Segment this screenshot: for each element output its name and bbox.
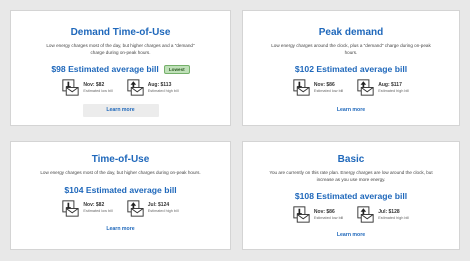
low-bill-caption: Estimated low bill <box>313 215 344 220</box>
high-bill: Jul: $128 Estimated high bill <box>357 206 409 223</box>
high-bill-caption: Estimated high bill <box>378 215 410 220</box>
low-bill: Nov: $86 Estimated low bill <box>293 79 343 96</box>
low-bill: Nov: $82 Estimated low bill <box>62 79 113 96</box>
bill-down-arrow-icon <box>293 206 310 223</box>
bill-up-arrow-icon <box>127 199 144 217</box>
price-row: $108 Estimated average bill <box>243 189 459 202</box>
rate-plan-card-demand-time-of-use: Demand Time-of-Use Low energy charges mo… <box>10 10 231 126</box>
high-bill-caption: Estimated high bill <box>378 88 410 93</box>
bill-down-arrow-icon <box>62 199 80 217</box>
estimated-average-bill: $108 Estimated average bill <box>294 191 408 202</box>
bill-range: Nov: $86 Estimated low bill Jul: $128 Es… <box>243 206 459 223</box>
low-bill-caption: Estimated low bill <box>83 209 113 214</box>
high-bill-amount: Jul: $128 <box>378 208 400 215</box>
bill-up-arrow-icon <box>127 79 144 96</box>
bill-up-arrow-icon <box>357 206 374 223</box>
plan-description: Low energy charges around the clock, plu… <box>271 43 431 55</box>
high-bill-amount: Jul: $124 <box>147 202 170 209</box>
low-bill: Nov: $82 Estimated low bill <box>62 199 113 217</box>
price-row: $102 Estimated average bill <box>243 62 459 75</box>
estimated-average-bill: $98 Estimated average bill <box>51 64 159 75</box>
learn-more-button[interactable]: Learn more <box>82 104 159 118</box>
estimated-average-bill: $104 Estimated average bill <box>64 184 177 195</box>
low-bill-amount: Nov: $86 <box>313 208 335 215</box>
low-bill-caption: Estimated low bill <box>313 88 344 93</box>
plan-title: Demand Time-of-Use <box>70 27 171 38</box>
low-bill-amount: Nov: $86 <box>313 81 335 88</box>
low-bill: Nov: $86 Estimated low bill <box>293 206 343 223</box>
low-bill-caption: Estimated low bill <box>83 88 113 93</box>
bill-up-arrow-icon <box>357 79 374 96</box>
plan-title: Peak demand <box>318 27 384 38</box>
high-bill-caption: Estimated high bill <box>147 88 179 93</box>
high-bill: Aug: $117 Estimated high bill <box>357 79 409 96</box>
lowest-badge: Lowest <box>163 65 190 75</box>
high-bill-amount: Aug: $117 <box>378 81 402 88</box>
learn-more-button[interactable]: Learn more <box>84 223 156 236</box>
high-bill-amount: Aug: $113 <box>147 81 172 88</box>
plan-description: Low energy charges most of the day, but … <box>46 43 195 55</box>
bill-range: Nov: $86 Estimated low bill Aug: $117 Es… <box>243 79 459 96</box>
learn-more-button[interactable]: Learn more <box>315 104 387 117</box>
price-row: $98 Estimated average bill Lowest <box>11 62 230 75</box>
rate-plan-card-peak-demand: Peak demand Low energy charges around th… <box>242 10 460 126</box>
low-bill-amount: Nov: $82 <box>83 81 105 88</box>
high-bill: Aug: $113 Estimated high bill <box>127 79 179 96</box>
plan-description: You are currently on this rate plan. Ene… <box>269 170 433 182</box>
high-bill-caption: Estimated high bill <box>147 209 179 214</box>
estimated-average-bill: $102 Estimated average bill <box>294 64 408 75</box>
plan-title: Basic <box>337 154 365 165</box>
bill-range: Nov: $82 Estimated low bill Aug: $113 Es… <box>11 79 230 96</box>
low-bill-amount: Nov: $82 <box>83 202 105 209</box>
rate-plan-card-time-of-use: Time-of-Use Low energy charges most of t… <box>10 141 231 250</box>
plan-description: Low energy charges most of the day, but … <box>40 170 201 175</box>
bill-down-arrow-icon <box>62 79 80 96</box>
rate-plan-card-basic: Basic You are currently on this rate pla… <box>242 141 460 250</box>
bill-down-arrow-icon <box>293 79 310 96</box>
plan-title: Time-of-Use <box>91 154 150 165</box>
bill-range: Nov: $82 Estimated low bill Jul: $124 Es… <box>11 199 230 217</box>
high-bill: Jul: $124 Estimated high bill <box>127 199 179 217</box>
price-row: $104 Estimated average bill <box>11 183 230 195</box>
learn-more-button[interactable]: Learn more <box>315 229 387 242</box>
